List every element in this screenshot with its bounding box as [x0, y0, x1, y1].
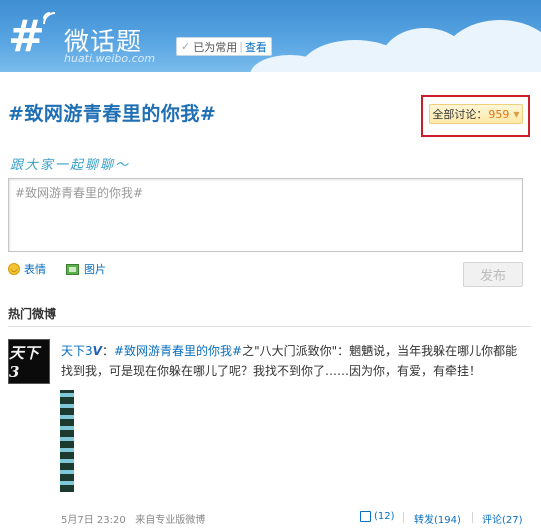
verified-icon: V — [92, 344, 102, 358]
thumbnail-frame — [60, 393, 74, 397]
thumbnail-frame — [60, 415, 74, 419]
picture-icon — [66, 263, 79, 275]
composer-prompt: 跟大家一起聊聊～ — [10, 158, 131, 173]
divider — [8, 326, 531, 327]
set-common-label: 已为常用 — [193, 40, 238, 54]
action-divider — [403, 512, 404, 523]
thumbnail-frame — [60, 481, 74, 485]
post-timestamp[interactable]: 5月7日 23:20 — [61, 515, 126, 526]
smiley-icon: ◡ — [8, 263, 20, 275]
thumbnail-frame — [60, 437, 74, 441]
chevron-down-icon: ▼ — [513, 109, 520, 119]
repost-button[interactable]: 转发(194) — [414, 511, 461, 526]
thumbnail-frame — [60, 404, 74, 408]
like-button[interactable]: (12) — [360, 511, 395, 522]
post-colon: ： — [101, 344, 114, 358]
avatar[interactable]: 天下3 — [8, 339, 50, 384]
thumbnail-frame — [60, 448, 74, 452]
discussion-count: 959 — [488, 107, 510, 121]
checkmark-icon: ✓ — [181, 40, 191, 53]
site-domain: huati.weibo.com — [64, 52, 156, 65]
post-textarea[interactable]: #致网游青春里的你我# — [8, 178, 523, 252]
post-image-thumbnail[interactable] — [60, 390, 74, 492]
thumbnail-frame — [60, 426, 74, 430]
image-label: 图片 — [84, 263, 106, 276]
logo-waves-icon — [43, 12, 56, 25]
set-common-box: ✓ 已为常用 | 查看 — [176, 37, 272, 56]
post-author-link[interactable]: 天下3 — [61, 344, 93, 358]
emoticon-label: 表情 — [24, 263, 46, 276]
post-meta: 5月7日 23:20 来自专业版微博 — [61, 511, 205, 526]
cloud-decoration — [440, 20, 541, 72]
like-thumb-icon — [360, 511, 371, 522]
publish-button[interactable]: 发布 — [463, 262, 523, 287]
image-button[interactable]: 图片 — [66, 261, 106, 277]
comment-button[interactable]: 评论(27) — [482, 511, 523, 526]
hot-posts-heading: 热门微博 — [8, 307, 57, 321]
thumbnail-frame — [60, 459, 74, 463]
post-body: 天下3V：#致网游青春里的你我#之"八大门派致你"：魍魉说，当年我躲在哪儿你都能… — [61, 341, 526, 381]
action-divider — [472, 512, 473, 523]
post-source: 来自专业版微博 — [135, 515, 206, 526]
header-bar: # 微话题 huati.weibo.com ✓ 已为常用 | 查看 — [0, 0, 541, 72]
like-count: (12) — [374, 511, 395, 522]
view-link[interactable]: 查看 — [245, 39, 267, 55]
topic-title: #致网游青春里的你我# — [8, 103, 217, 125]
emoticon-button[interactable]: ◡ 表情 — [8, 261, 46, 277]
hashtag-link[interactable]: #致网游青春里的你我# — [114, 344, 242, 358]
all-discussions-dropdown[interactable]: 全部讨论： 959 ▼ — [429, 104, 523, 124]
discussion-label: 全部讨论： — [432, 108, 488, 121]
separator: | — [239, 40, 243, 53]
avatar-logo-text: 天下3 — [9, 344, 40, 381]
thumbnail-frame — [60, 470, 74, 474]
